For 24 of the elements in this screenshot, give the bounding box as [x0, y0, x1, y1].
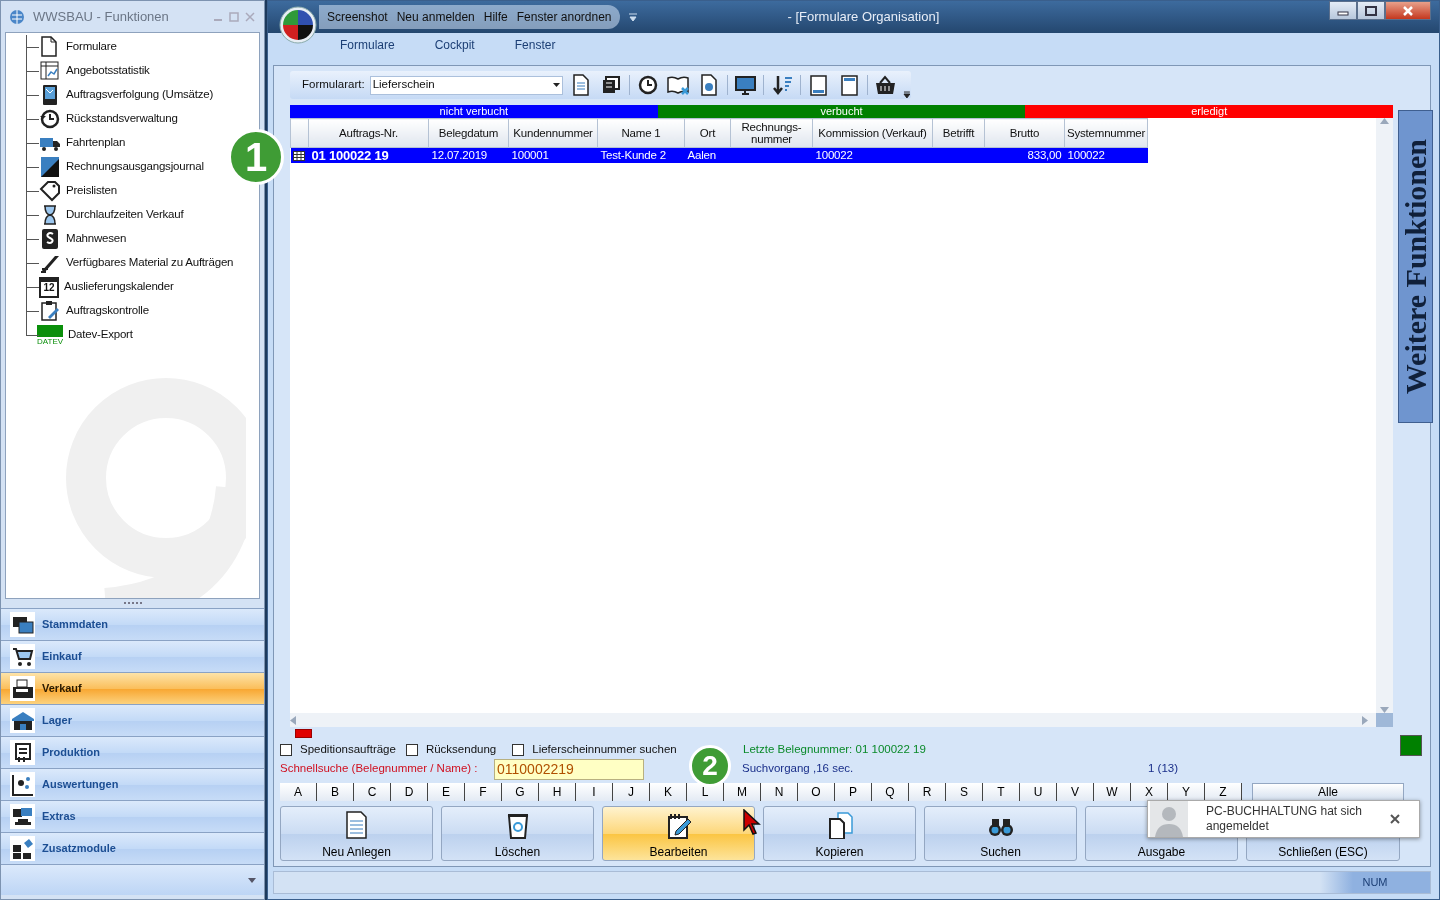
status-band: nicht verbucht [290, 105, 658, 118]
logo: DATEV [37, 324, 63, 346]
table-cell: Test-Kunde 2 [600, 149, 666, 161]
window-title: WWSBAU - Funktionen [33, 7, 169, 26]
status-band: verbucht [657, 105, 1026, 118]
status-indicator: NUM [1320, 872, 1430, 893]
search-label: Schnellsuche (Belegnummer / Name) : [280, 761, 479, 777]
status-band: erledigt [1025, 105, 1393, 118]
table-cell: Aalen [687, 149, 716, 161]
window-title: - [Formulare Organisation] [787, 8, 940, 27]
table-cell: 100001 [511, 149, 549, 161]
table-cell: 01 100022 19 [311, 148, 389, 163]
table-cell: 833,00 [1027, 149, 1062, 161]
result-count: 1 (13) [1148, 761, 1179, 777]
checkbox-label: Speditionsaufträge [300, 741, 396, 757]
last-number-text: Letzte Belegnummer: 01 100022 19 [743, 741, 926, 757]
table-cell: 100022 [1067, 149, 1105, 161]
field-label: Formularart: [302, 77, 365, 93]
checkbox-label: Lieferscheinnummer suchen [532, 741, 677, 757]
calendar-icon: 12 [39, 276, 59, 298]
checkbox-label: Rücksendung [425, 741, 497, 757]
table-cell: 100022 [815, 149, 853, 161]
search-time-text: Suchvorgang ,16 sec. [742, 761, 855, 777]
table-cell: 12.07.2019 [431, 149, 488, 161]
